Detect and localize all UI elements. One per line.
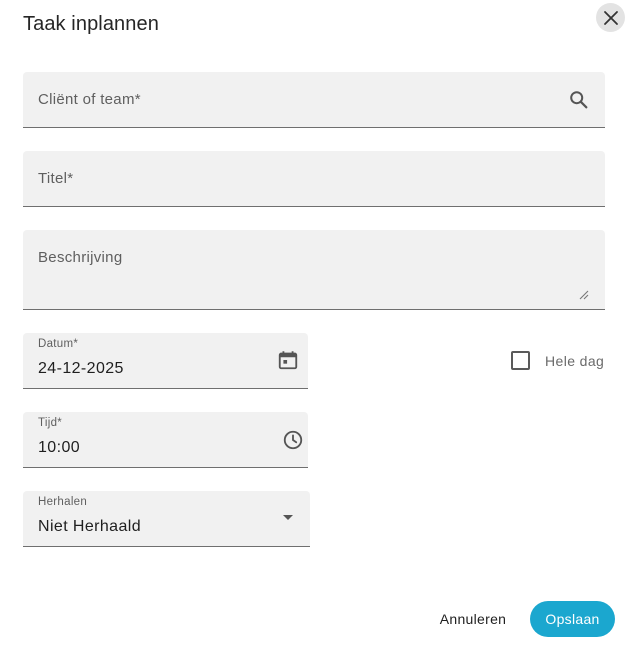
dialog-title: Taak inplannen xyxy=(23,13,159,35)
time-input[interactable]: Tijd* 10:00 xyxy=(23,412,308,468)
description-placeholder: Beschrijving xyxy=(38,249,123,266)
description-textarea[interactable]: Beschrijving xyxy=(23,230,605,310)
date-value: 24-12-2025 xyxy=(38,360,124,377)
close-button[interactable] xyxy=(596,3,625,32)
all-day-label: Hele dag xyxy=(545,352,605,369)
search-icon[interactable] xyxy=(568,89,590,111)
time-label: Tijd* xyxy=(38,417,63,429)
resize-handle-icon[interactable] xyxy=(579,290,589,300)
title-placeholder: Titel* xyxy=(38,170,74,187)
client-or-team-placeholder: Cliënt of team* xyxy=(38,91,141,108)
client-or-team-input[interactable]: Cliënt of team* xyxy=(23,72,605,128)
title-input[interactable]: Titel* xyxy=(23,151,605,207)
dropdown-arrow-icon[interactable] xyxy=(282,514,294,522)
clock-icon[interactable] xyxy=(282,429,304,451)
close-icon xyxy=(603,10,618,25)
repeat-value: Niet Herhaald xyxy=(38,518,142,535)
all-day-checkbox[interactable]: Hele dag xyxy=(511,351,604,370)
calendar-icon[interactable] xyxy=(277,349,299,371)
repeat-label: Herhalen xyxy=(38,496,88,508)
cancel-button[interactable]: Annuleren xyxy=(432,603,514,635)
date-label: Datum* xyxy=(38,338,79,350)
schedule-task-dialog: Taak inplannen Cliënt of team* Titel* Be… xyxy=(0,0,627,648)
time-value: 10:00 xyxy=(38,439,81,456)
save-button[interactable]: Opslaan xyxy=(530,601,615,637)
repeat-select[interactable]: Herhalen Niet Herhaald xyxy=(23,491,310,547)
all-day-checkbox-box[interactable] xyxy=(511,351,530,370)
date-input[interactable]: Datum* 24-12-2025 xyxy=(23,333,308,389)
